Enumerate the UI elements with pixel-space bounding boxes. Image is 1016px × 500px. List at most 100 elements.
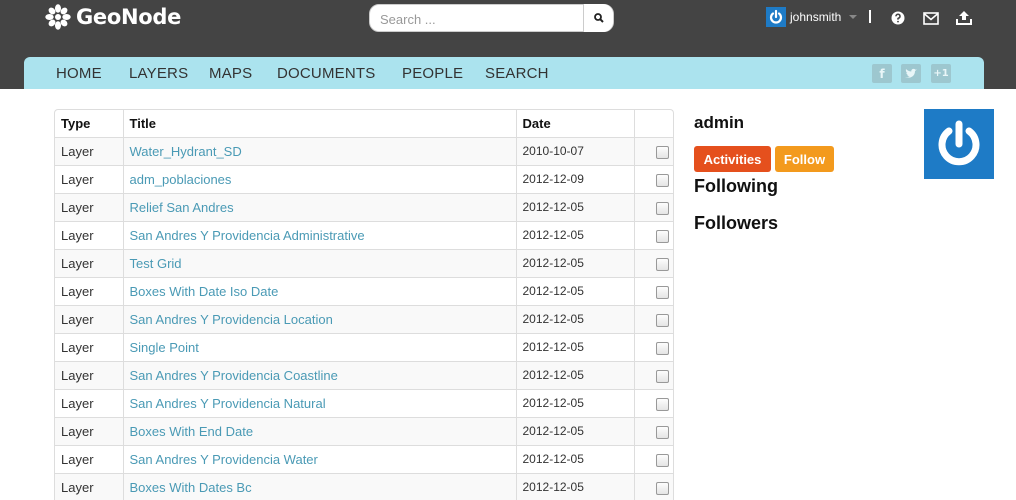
row-type: Layer [55,388,123,417]
row-select-cell [633,136,673,165]
layer-title-link[interactable]: Water_Hydrant_SD [130,144,242,159]
row-date: 2012-12-05 [515,192,634,221]
search-input[interactable] [380,10,580,28]
search-button[interactable] [583,4,613,32]
layer-title-link[interactable]: San Andres Y Providencia Coastline [130,368,338,383]
row-type: Layer [55,136,123,165]
table-row: Layer Relief San Andres 2012-12-05 [55,192,673,221]
layers-table: Type Title Date Layer Water_Hydrant_SD 201… [54,109,674,500]
row-checkbox[interactable] [656,341,669,355]
layer-title-link[interactable]: San Andres Y Providencia Natural [130,396,326,411]
row-title-cell: San Andres Y Providencia Natural [122,388,516,417]
user-menu[interactable]: johnsmith [766,7,858,27]
column-header-title[interactable]: Title [122,110,516,137]
power-avatar-icon [938,120,980,166]
following-heading: Following [694,176,778,196]
row-select-cell [633,192,673,221]
row-checkbox[interactable] [656,453,669,467]
row-title-cell: San Andres Y Providencia Coastline [122,360,516,389]
facebook-icon[interactable]: f [872,64,892,83]
power-avatar-icon [769,9,783,24]
row-select-cell [633,248,673,277]
table-row: Layer San Andres Y Providencia Administra… [55,220,673,249]
layer-title-link[interactable]: Boxes With Date Iso Date [130,284,279,299]
row-type: Layer [55,304,123,333]
row-select-cell [633,276,673,305]
upload-icon[interactable] [956,10,972,26]
nav-layers[interactable]: LAYERS [129,65,188,82]
followers-heading: Followers [694,213,779,233]
layer-title-link[interactable]: San Andres Y Providencia Location [130,312,333,327]
layer-title-link[interactable]: Relief San Andres [130,200,234,215]
row-checkbox[interactable] [656,257,669,271]
twitter-icon[interactable] [901,64,921,83]
layer-title-link[interactable]: Single Point [130,340,199,355]
row-type: Layer [55,164,123,193]
layer-title-link[interactable]: Boxes With End Date [130,424,254,439]
row-checkbox[interactable] [656,201,669,215]
row-date: 2012-12-05 [515,304,634,333]
table-row: Layer San Andres Y Providencia Water 2012-… [55,444,673,473]
row-type: Layer [55,276,123,305]
row-select-cell [633,472,673,500]
row-date: 2012-12-05 [515,444,634,473]
geonode-logo-icon [45,4,71,30]
table-row: Layer San Andres Y Providencia Location 20… [55,304,673,333]
row-checkbox[interactable] [656,397,669,411]
row-date: 2012-12-05 [515,276,634,305]
nav-home[interactable]: HOME [56,65,102,82]
nav-documents[interactable]: DOCUMENTS [277,65,375,82]
row-checkbox[interactable] [656,369,669,383]
row-title-cell: San Andres Y Providencia Location [122,304,516,333]
table-row: Layer adm_poblaciones 2012-12-09 [55,164,673,193]
nav-search[interactable]: SEARCH [485,65,549,82]
row-select-cell [633,164,673,193]
chevron-down-icon [849,15,858,19]
row-title-cell: Boxes With Date Iso Date [122,276,516,305]
row-title-cell: adm_poblaciones [122,164,516,193]
row-checkbox[interactable] [656,229,669,243]
row-checkbox[interactable] [656,481,669,495]
mail-icon[interactable] [923,10,939,26]
table-row: Layer Water_Hydrant_SD 2010-10-07 [55,136,673,165]
layer-title-link[interactable]: Boxes With Dates Bc [130,480,252,495]
user-avatar [766,7,786,27]
row-type: Layer [55,444,123,473]
row-date: 2012-12-05 [515,472,634,500]
logo[interactable]: GeoNode [44,3,181,31]
row-date: 2012-12-05 [515,388,634,417]
row-date: 2010-10-07 [515,136,634,165]
table-row: Layer San Andres Y Providencia Coastline 2… [55,360,673,389]
row-type: Layer [55,472,123,500]
row-checkbox[interactable] [656,173,669,187]
google-plus-icon[interactable]: +1 [931,64,951,83]
row-date: 2012-12-05 [515,332,634,361]
row-type: Layer [55,220,123,249]
username: johnsmith [790,10,842,24]
follow-button[interactable]: Follow [775,146,834,172]
layer-title-link[interactable]: adm_poblaciones [130,172,232,187]
column-header-type[interactable]: Type [55,110,123,137]
activities-button[interactable]: Activities [694,146,771,172]
column-header-select [633,110,673,137]
table-header-row: Type Title Date [55,110,673,137]
nav-people[interactable]: PEOPLE [402,65,463,82]
row-date: 2012-12-05 [515,248,634,277]
row-title-cell: Test Grid [122,248,516,277]
layer-title-link[interactable]: Test Grid [130,256,182,271]
column-header-date[interactable]: Date [515,110,634,137]
row-select-cell [633,444,673,473]
top-bar: GeoNode johnsmith [0,0,1016,89]
nav-maps[interactable]: MAPS [209,65,252,82]
table-row: Layer San Andres Y Providencia Natural 201… [55,388,673,417]
row-select-cell [633,360,673,389]
row-checkbox[interactable] [656,313,669,327]
row-checkbox[interactable] [656,285,669,299]
row-checkbox[interactable] [656,145,669,159]
row-checkbox[interactable] [656,425,669,439]
layer-title-link[interactable]: San Andres Y Providencia Water [130,452,318,467]
help-icon[interactable] [890,10,906,26]
layer-title-link[interactable]: San Andres Y Providencia Administrative [130,228,365,243]
divider [869,10,871,23]
row-date: 2012-12-05 [515,360,634,389]
